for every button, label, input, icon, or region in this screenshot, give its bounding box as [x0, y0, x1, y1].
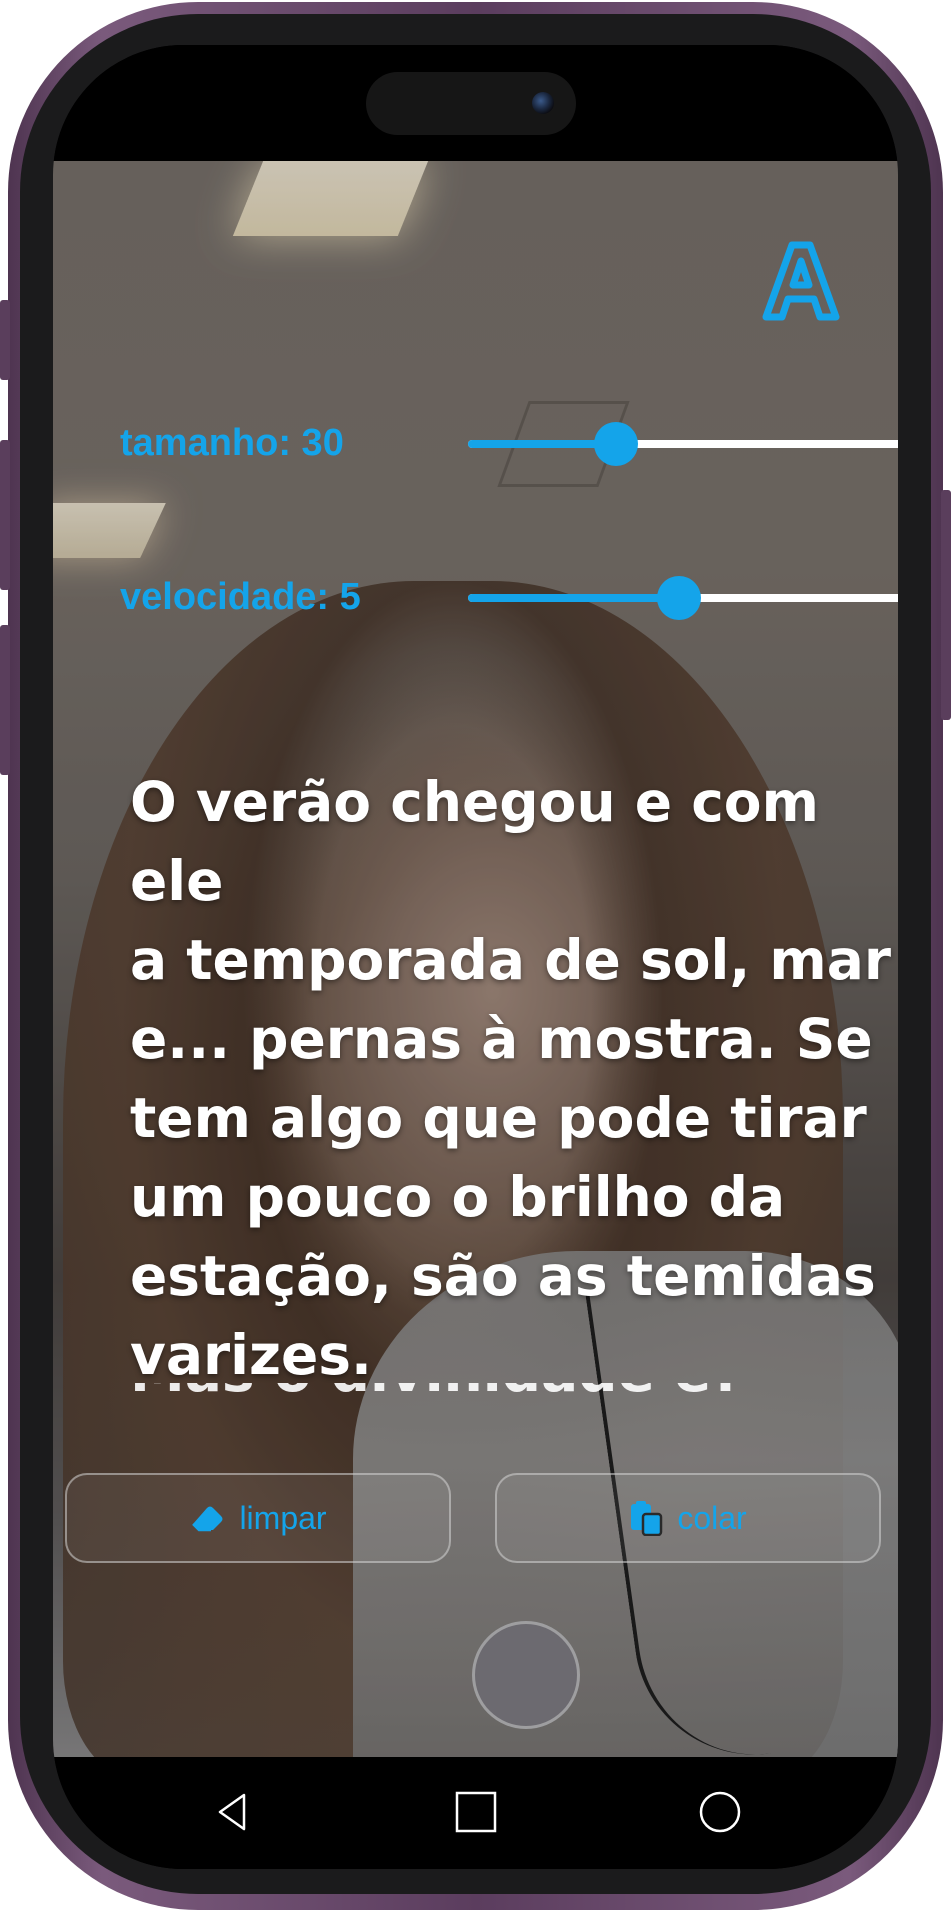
speed-slider-thumb[interactable]: [657, 576, 702, 620]
teleprompter-text[interactable]: O verão chegou e com ele a temporada de …: [130, 763, 898, 1395]
script-line-partial: Mas o divinidade é? Não: [130, 1383, 830, 1407]
speed-label: velocidade: 5: [120, 576, 361, 618]
script-line: O verão chegou e com ele: [130, 770, 819, 913]
navigation-bar: [53, 1757, 898, 1869]
speed-slider-track[interactable]: [468, 576, 898, 620]
speed-control: velocidade: 5: [120, 567, 898, 627]
screen: tamanho: 30 velocidade: 5 O verão chegou…: [53, 45, 898, 1869]
side-button: [941, 490, 951, 720]
side-button: [0, 300, 10, 380]
clipboard-icon: [631, 1501, 663, 1536]
status-area: [53, 45, 898, 161]
triangle-back-icon[interactable]: [208, 1787, 258, 1837]
square-home-icon[interactable]: [451, 1787, 501, 1837]
circle-recents-icon[interactable]: [695, 1787, 745, 1837]
script-line: um pouco o brilho da: [130, 1165, 786, 1229]
teleprompter-next-line: Mas o divinidade é? Não: [130, 1383, 830, 1407]
size-control: tamanho: 30: [120, 413, 898, 473]
front-camera-icon: [532, 92, 554, 114]
record-button[interactable]: [472, 1621, 580, 1729]
size-slider-thumb[interactable]: [593, 422, 638, 466]
letter-a-logo-icon: [762, 241, 840, 321]
eraser-icon: [192, 1506, 223, 1532]
dynamic-island: [366, 72, 576, 135]
side-button: [0, 440, 10, 590]
script-line: estação, são as temidas: [130, 1244, 876, 1308]
paste-button-label: colar: [677, 1499, 747, 1536]
size-label: tamanho: 30: [120, 422, 344, 464]
script-line: tem algo que pode tirar: [130, 1086, 867, 1150]
script-line: e... pernas à mostra. Se: [130, 1007, 873, 1071]
side-button: [0, 625, 10, 775]
speed-slider-fill: [468, 594, 680, 602]
clear-button-label: limpar: [239, 1499, 327, 1536]
size-slider-track[interactable]: [468, 422, 898, 466]
paste-button[interactable]: colar: [495, 1473, 881, 1563]
clear-button[interactable]: limpar: [65, 1473, 451, 1563]
script-line: a temporada de sol, mar: [130, 928, 891, 992]
